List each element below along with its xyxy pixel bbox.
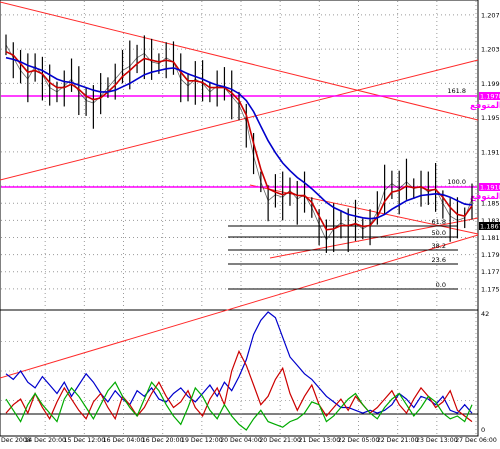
time-tick-label: 15 Dec 12:00: [64, 437, 106, 444]
price-tick-label: 1.1955: [481, 114, 500, 122]
price-tick-label: 1.1855: [481, 200, 500, 208]
price-tick-label: 1.1795: [481, 251, 500, 259]
time-tick-label: 16 Dec 20:00: [142, 437, 184, 444]
time-tick-label: 16 Dec 04:00: [103, 437, 145, 444]
time-tick-label: 22 Dec 05:00: [338, 437, 380, 444]
trading-chart[interactable]: 161.8الهدف الثاني المتوقع100.0الهدف الأو…: [0, 0, 500, 445]
price-tick-label: 1.1915: [481, 148, 500, 156]
price-tick-label: 1.1815: [481, 234, 500, 242]
price-tick-label: 1.1755: [481, 285, 500, 293]
time-tick-label: 14 Dec 20:00: [24, 437, 66, 444]
price-tag-161: 1.1978: [480, 93, 500, 101]
time-tick-label: 23 Dec 13:00: [416, 437, 458, 444]
indicator-tick-label: 42: [481, 310, 489, 318]
current-price-tag: 1.1867: [480, 223, 500, 231]
price-tick-label: 1.2075: [481, 11, 500, 19]
time-tick-label: 20 Dec 21:00: [259, 437, 301, 444]
price-tick-label: 1.1995: [481, 80, 500, 88]
fib-level-label: 0.0: [436, 281, 446, 289]
fib-level-label: 23.6: [432, 256, 446, 264]
time-tick-label: 20 Dec 04:00: [220, 437, 262, 444]
price-tag-100: 1.1918: [480, 184, 500, 192]
fib-level-label: 50.0: [432, 229, 446, 237]
fib-level-label: 38.2: [432, 242, 446, 250]
price-tick-label: 1.2035: [481, 46, 500, 54]
target-annotation: الهدف الثاني المتوقع: [470, 101, 500, 111]
indicator-tick-label: 0: [481, 426, 485, 434]
time-tick-label: 19 Dec 12:00: [181, 437, 223, 444]
time-tick-label: 27 Dec 06:00: [455, 437, 497, 444]
target-line-level-label: 161.8: [447, 87, 466, 95]
price-tick-label: 1.1775: [481, 268, 500, 276]
target-line-level-label: 100.0: [447, 178, 466, 186]
time-axis: Dec 200814 Dec 20:0015 Dec 12:0016 Dec 0…: [1, 437, 497, 444]
fib-level-label: 61.8: [432, 218, 446, 226]
time-tick-label: 22 Dec 21:00: [377, 437, 419, 444]
time-tick-label: 21 Dec 13:00: [299, 437, 341, 444]
